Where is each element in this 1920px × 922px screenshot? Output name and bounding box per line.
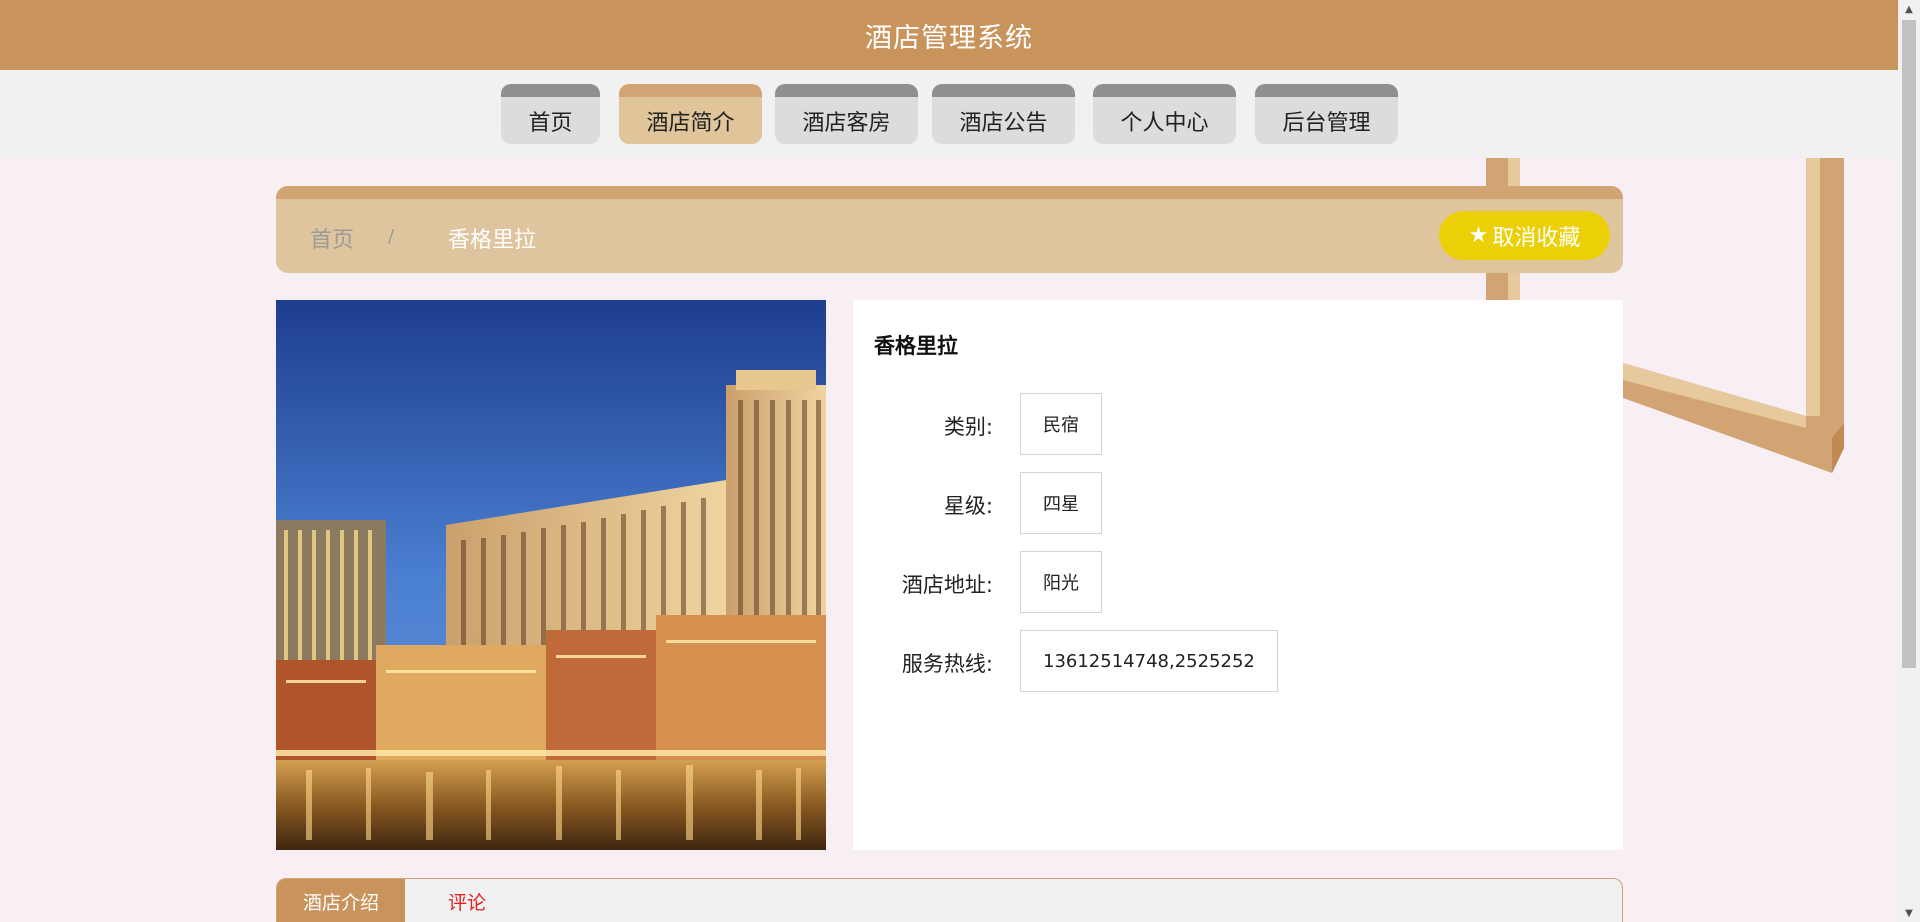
- hotel-photo: [276, 300, 826, 850]
- scroll-down-arrow-icon[interactable]: ▼: [1898, 904, 1920, 922]
- nav-personal-center[interactable]: 个人中心: [1093, 84, 1236, 144]
- tab-comments[interactable]: 评论: [437, 879, 497, 922]
- app-title: 酒店管理系统: [865, 22, 1033, 54]
- hotline-label: 服务热线:: [901, 652, 993, 676]
- nav-admin-label: 后台管理: [1282, 110, 1371, 136]
- nav-home[interactable]: 首页: [501, 84, 600, 144]
- breadcrumb-current: 香格里拉: [448, 228, 537, 253]
- nav-home-label: 首页: [528, 110, 573, 136]
- category-label: 类别:: [943, 415, 993, 439]
- main-nav: 首页 酒店简介 酒店客房 酒店公告 个人中心 后台管理: [0, 70, 1898, 158]
- breadcrumb-separator: /: [388, 226, 395, 247]
- nav-admin[interactable]: 后台管理: [1255, 84, 1398, 144]
- category-value: 民宿: [1020, 393, 1102, 455]
- nav-hotel-notices-label: 酒店公告: [959, 110, 1048, 136]
- unfavorite-button[interactable]: ★ 取消收藏: [1439, 211, 1610, 260]
- nav-hotel-rooms[interactable]: 酒店客房: [775, 84, 918, 144]
- address-value: 阳光: [1020, 551, 1102, 613]
- tab-hotel-intro[interactable]: 酒店介绍: [277, 879, 405, 922]
- nav-hotel-intro-label: 酒店简介: [646, 110, 735, 136]
- hotline-value: 13612514748,2525252: [1020, 630, 1278, 692]
- unfavorite-label: 取消收藏: [1492, 225, 1581, 251]
- scrollbar-thumb[interactable]: [1902, 20, 1916, 668]
- hotel-info-panel: 香格里拉 类别: 民宿 星级: 四星 酒店地址: 阳光 服务热线: 136125…: [853, 300, 1623, 850]
- nav-hotel-rooms-label: 酒店客房: [802, 110, 891, 136]
- nav-hotel-notices[interactable]: 酒店公告: [932, 84, 1075, 144]
- star-rating-value: 四星: [1020, 472, 1102, 534]
- detail-tabs: 酒店介绍 评论: [276, 878, 1623, 922]
- scroll-up-arrow-icon[interactable]: ▲: [1898, 0, 1920, 18]
- breadcrumb-home-link[interactable]: 首页: [310, 222, 354, 254]
- star-icon: ★: [1468, 223, 1489, 248]
- address-label: 酒店地址:: [901, 573, 993, 597]
- breadcrumb: 首页 / 香格里拉: [276, 186, 1623, 273]
- app-header: 酒店管理系统: [0, 0, 1898, 70]
- star-rating-label: 星级:: [943, 494, 993, 518]
- hotel-name: 香格里拉: [874, 334, 958, 358]
- nav-personal-center-label: 个人中心: [1120, 110, 1209, 136]
- nav-hotel-intro[interactable]: 酒店简介: [619, 84, 762, 144]
